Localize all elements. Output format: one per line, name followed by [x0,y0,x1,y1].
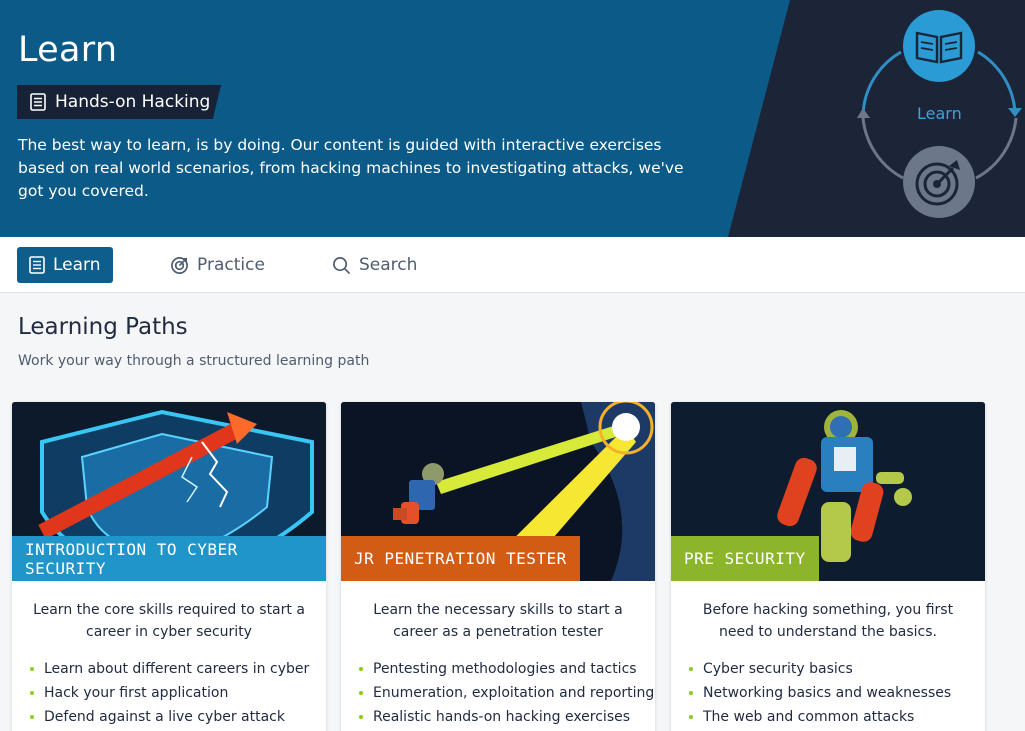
section-title: Learning Paths [18,314,188,340]
card-description: Before hacking something, you first need… [702,602,954,640]
bullet-dot [30,667,34,671]
card-illustration: JR PENETRATION TESTER [341,402,655,581]
list-item: The web and common attacks [689,705,951,729]
hero-banner: Learn Hands-on Hacking The best way to l… [0,0,1025,237]
tab-practice[interactable]: Practice [168,247,265,283]
card-bullet-list: Pentesting methodologies and tactics Enu… [359,657,654,729]
tab-learn[interactable]: Learn [17,247,113,283]
hero-badge-label: Hands-on Hacking [55,92,211,112]
tab-search-label: Search [359,255,418,275]
list-item: Pentesting methodologies and tactics [359,657,654,681]
book-icon [30,93,46,111]
bullet-dot [689,667,693,671]
tab-search[interactable]: Search [330,247,417,283]
list-item-text: Cyber security basics [703,661,853,677]
list-item: Networking basics and weaknesses [689,681,951,705]
bullet-dot [689,691,693,695]
list-item-text: Realistic hands-on hacking exercises [373,709,631,725]
path-card-jr-penetration-tester[interactable]: JR PENETRATION TESTER Learn the necessar… [341,402,655,731]
target-icon [171,256,188,274]
bullet-dot [30,691,34,695]
list-item: Realistic hands-on hacking exercises [359,705,654,729]
tab-bar: Learn Practice Search [0,237,1025,293]
list-item-text: Enumeration, exploitation and reporting [373,685,655,701]
card-tag: PRE SECURITY [671,536,819,581]
card-description: Learn the core skills required to start … [33,602,305,640]
list-item: Enumeration, exploitation and reporting [359,681,654,705]
bullet-dot [689,715,693,719]
list-item-text: Networking basics and weaknesses [703,685,952,701]
list-item: Defend against a live cyber attack [30,705,309,729]
card-illustration: INTRODUCTION TO CYBER SECURITY [12,402,326,581]
hero-description: The best way to learn, is by doing. Our … [18,136,684,200]
bullet-dot [359,691,363,695]
card-description: Learn the necessary skills to start a ca… [373,602,623,640]
section-subtitle: Work your way through a structured learn… [18,353,370,369]
card-bullet-list: Learn about different careers in cyber H… [30,657,309,729]
list-item: Cyber security basics [689,657,951,681]
cycle-label: Learn [917,104,962,123]
path-card-intro-cyber-security[interactable]: INTRODUCTION TO CYBER SECURITY Learn the… [12,402,326,731]
list-item: Learn about different careers in cyber [30,657,309,681]
list-item-text: Pentesting methodologies and tactics [373,661,637,677]
list-item-text: Learn about different careers in cyber [44,661,310,677]
book-icon [29,256,45,274]
card-illustration: PRE SECURITY [671,402,985,581]
card-bullet-list: Cyber security basics Networking basics … [689,657,951,729]
bullet-dot [359,667,363,671]
list-item-text: Defend against a live cyber attack [44,709,285,725]
path-card-pre-security[interactable]: PRE SECURITY Before hacking something, y… [671,402,985,731]
list-item-text: The web and common attacks [703,709,915,725]
tab-learn-label: Learn [53,255,101,275]
bullet-dot [359,715,363,719]
hero-badge: Hands-on Hacking [17,85,221,119]
bullet-dot [30,715,34,719]
card-tag: INTRODUCTION TO CYBER SECURITY [12,536,326,581]
list-item-text: Hack your first application [44,685,229,701]
card-tag: JR PENETRATION TESTER [341,536,580,581]
list-item: Hack your first application [30,681,309,705]
page-title: Learn [18,30,118,70]
tab-practice-label: Practice [197,255,265,275]
search-icon [333,256,351,274]
